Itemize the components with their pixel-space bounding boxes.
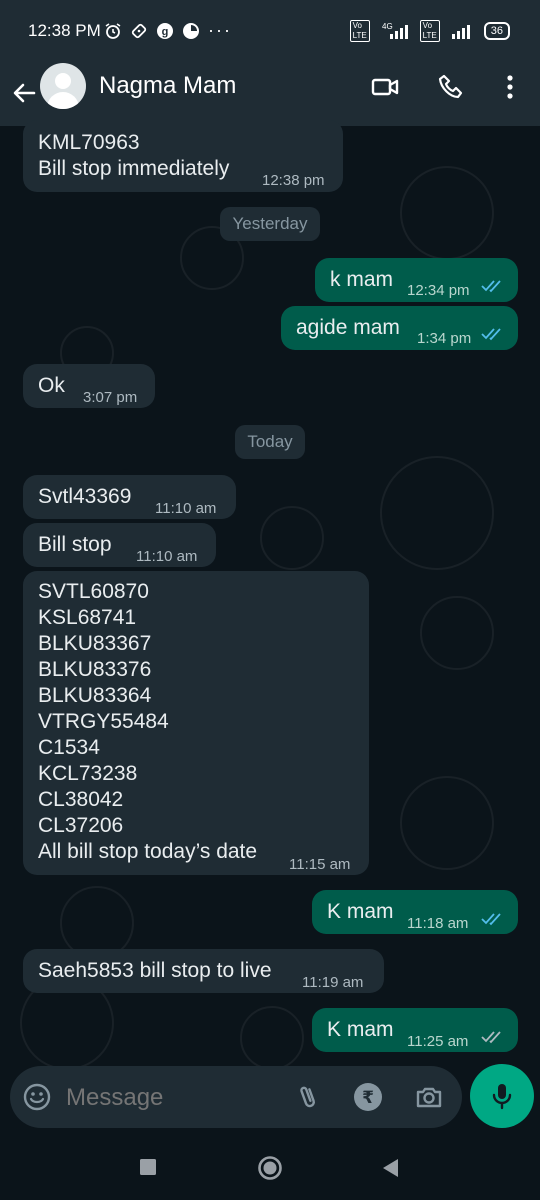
message-text: agide mam (296, 316, 400, 339)
message-time: 11:15 am (289, 856, 351, 873)
message-time: 11:10 am (136, 548, 198, 565)
message-time: 11:18 am (407, 915, 469, 932)
message-text: Saeh5853 bill stop to live (38, 959, 272, 982)
network-type-label: 4G (382, 22, 393, 31)
more-notifications-icon: ··· (208, 20, 232, 40)
svg-text:g: g (162, 26, 169, 38)
attachment-icon[interactable] (294, 1082, 324, 1112)
pie-app-icon (183, 22, 199, 39)
signal-icon-2 (451, 25, 470, 39)
status-notification-icons: g ··· (104, 20, 232, 41)
back-arrow-icon[interactable] (10, 78, 40, 108)
volte-icon: Vo LTE (349, 20, 370, 42)
message-time: 3:07 pm (83, 389, 138, 406)
avatar[interactable] (40, 63, 86, 109)
message-text: Svtl43369 (38, 485, 132, 508)
message-time: 12:34 pm (407, 282, 470, 299)
status-time: 12:38 PM (28, 21, 101, 40)
signal-icon: 4G (382, 22, 408, 39)
alarm-icon (105, 22, 121, 39)
message-text: KML70963 Bill stop immediately (38, 131, 230, 180)
date-separator: Yesterday (220, 207, 320, 241)
read-receipt-icon (481, 328, 501, 341)
svg-text:₹: ₹ (362, 1088, 374, 1108)
recent-apps-icon[interactable] (139, 1158, 157, 1176)
tag-icon (131, 23, 147, 38)
video-call-icon[interactable] (370, 72, 400, 102)
message-incoming[interactable]: Ok 3:07 pm (23, 364, 155, 408)
read-receipt-icon (481, 913, 501, 926)
message-outgoing[interactable]: agide mam 1:34 pm (281, 306, 518, 350)
more-options-icon[interactable] (495, 72, 525, 102)
message-incoming[interactable]: Svtl43369 11:10 am (23, 475, 236, 519)
message-time: 11:19 am (302, 974, 364, 991)
message-outgoing[interactable]: K mam 11:18 am (312, 890, 518, 934)
contact-name[interactable]: Nagma Mam (99, 72, 236, 100)
message-text: K mam (327, 900, 394, 923)
message-text: K mam (327, 1018, 394, 1041)
message-time: 11:10 am (155, 500, 217, 517)
read-receipt-icon (481, 1031, 501, 1044)
battery-indicator: 36 (483, 22, 510, 40)
home-icon[interactable] (257, 1155, 283, 1181)
payment-rupee-icon[interactable]: ₹ (353, 1082, 383, 1112)
status-system-icons: Vo LTE 4G Vo LTE 36 (349, 20, 510, 42)
voice-message-button[interactable] (470, 1064, 534, 1128)
message-text: Bill stop (38, 533, 112, 556)
camera-icon[interactable] (414, 1082, 444, 1112)
chat-header: Nagma Mam (0, 62, 540, 126)
back-nav-icon[interactable] (381, 1158, 399, 1178)
message-time: 12:38 pm (262, 172, 325, 189)
message-incoming[interactable]: Bill stop 11:10 am (23, 523, 216, 567)
date-separator: Today (235, 425, 305, 459)
message-incoming[interactable]: KML70963 Bill stop immediately 12:38 pm (23, 120, 343, 192)
message-time: 11:25 am (407, 1033, 469, 1050)
g-app-icon: g (157, 22, 173, 39)
message-composer: ₹ (10, 1066, 462, 1128)
status-bar: 12:38 PM g ··· Vo LTE 4G Vo LTE 36 (0, 0, 540, 62)
phone-icon[interactable] (436, 72, 466, 102)
message-text: k mam (330, 268, 393, 291)
message-outgoing[interactable]: k mam 12:34 pm (315, 258, 518, 302)
message-incoming[interactable]: SVTL60870 KSL68741 BLKU83367 BLKU83376 B… (23, 571, 369, 875)
microphone-icon (492, 1084, 512, 1110)
message-time: 1:34 pm (417, 330, 472, 347)
message-text: SVTL60870 KSL68741 BLKU83367 BLKU83376 B… (38, 580, 258, 863)
message-incoming[interactable]: Saeh5853 bill stop to live 11:19 am (23, 949, 384, 993)
message-text: Ok (38, 374, 65, 397)
message-input[interactable] (64, 1078, 288, 1118)
volte-icon-2: Vo LTE (419, 20, 440, 42)
message-outgoing[interactable]: K mam 11:25 am (312, 1008, 518, 1052)
system-navigation-bar (0, 1136, 540, 1200)
emoji-icon[interactable] (22, 1082, 52, 1112)
read-receipt-icon (481, 280, 501, 293)
